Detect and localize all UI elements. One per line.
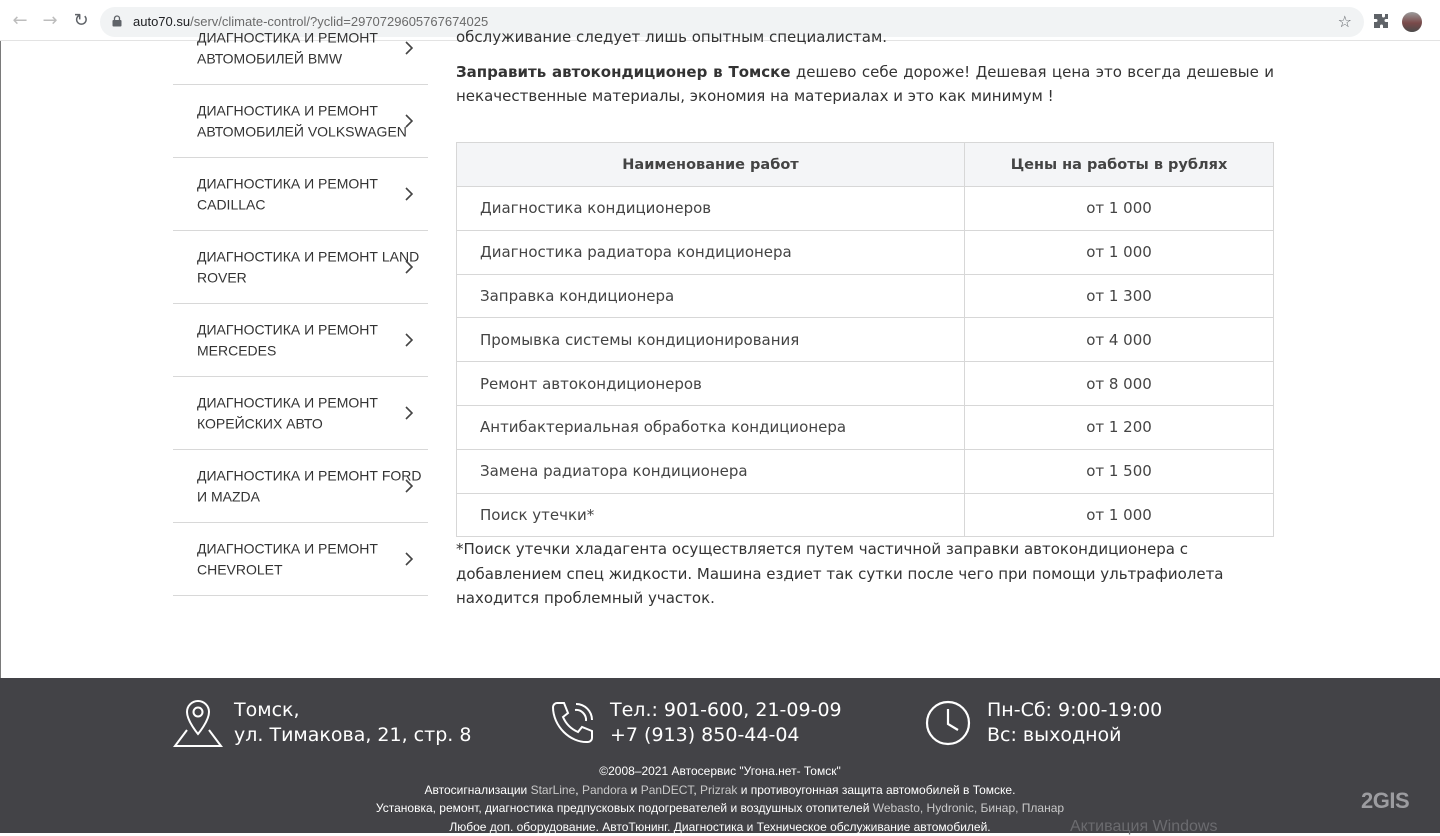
footer-hours-text: Пн-Сб: 9:00-19:00 Вс: выходной [987,699,1163,746]
link-starline[interactable]: StarLine [531,783,576,797]
sidebar-item-bmw[interactable]: ДИАГНОСТИКА И РЕМОНТ АВТОМОБИЛЕЙ BMW [173,12,428,85]
chevron-right-icon [405,479,413,493]
reload-icon[interactable]: ↻ [71,11,91,31]
back-arrow-icon[interactable]: ← [10,11,30,31]
sidebar-item-korean[interactable]: ДИАГНОСТИКА И РЕМОНТ КОРЕЙСКИХ АВТО [173,377,428,450]
2gis-logo[interactable]: 2GIS [1361,788,1410,814]
sidebar-item-ford-mazda[interactable]: ДИАГНОСТИКА И РЕМОНТ FORD И MAZDA [173,450,428,523]
intro-paragraph: Заправить автокондиционер в Томске дешев… [456,60,1274,108]
table-header-row: Наименование работ Цены на работы в рубл… [456,142,1274,187]
footer-alarm-line: Автосигнализации StarLine, Pandora и Pan… [424,783,1016,797]
sidebar-item-volkswagen[interactable]: ДИАГНОСТИКА И РЕМОНТ АВТОМОБИЛЕЙ VOLKSWA… [173,85,428,158]
service-price: от 1 500 [964,448,1274,494]
service-name: Диагностика кондиционеров [456,186,965,231]
sidebar-item-label: ДИАГНОСТИКА И РЕМОНТ MERCEDES [197,321,378,359]
service-price: от 1 000 [964,229,1274,275]
forward-arrow-icon[interactable]: → [40,11,60,31]
service-name: Диагностика радиатора кондиционера [456,229,965,275]
column-header-service: Наименование работ [456,142,965,187]
table-row: Ремонт автокондиционеров от 8 000 [456,361,1274,406]
footer-copyright: ©2008–2021 Автосервис "Угона.нет- Томск" [599,764,841,778]
table-row: Диагностика кондиционеров от 1 000 [456,186,1274,231]
service-name: Поиск утечки* [456,492,965,538]
leak-search-note: *Поиск утечки хладагента осуществляется … [456,540,1224,607]
chevron-right-icon [405,114,413,128]
service-price: от 1 000 [964,186,1274,231]
sidebar-item-label: ДИАГНОСТИКА И РЕМОНТ АВТОМОБИЛЕЙ VOLKSWA… [197,102,407,140]
site-footer: Томск, ул. Тимакова, 21, стр. 8 Тел.: 90… [0,678,1440,835]
phone-icon [551,702,593,744]
chevron-right-icon [405,260,413,274]
intro-bold-text: Заправить автокондиционер в Томске [456,63,791,81]
table-row: Поиск утечки* от 1 000 [456,492,1274,538]
sidebar-item-label: ДИАГНОСТИКА И РЕМОНТ LAND ROVER [197,248,420,286]
service-price: от 8 000 [964,361,1274,406]
chevron-right-icon [405,406,413,420]
service-name: Промывка системы кондиционирования [456,317,965,363]
sidebar-item-land-rover[interactable]: ДИАГНОСТИКА И РЕМОНТ LAND ROVER [173,231,428,304]
lock-icon [112,15,122,27]
service-name: Антибактериальная обработка кондиционера [456,404,965,450]
chevron-right-icon [405,333,413,347]
service-name: Ремонт автокондиционеров [456,361,965,406]
sidebar-item-label: ДИАГНОСТИКА И РЕМОНТ CHEVROLET [197,540,378,578]
service-sidebar: ДИАГНОСТИКА И РЕМОНТ АВТОМОБИЛЕЙ BMW ДИА… [173,12,428,596]
windows-activation-watermark: Активация Windows [1070,818,1218,835]
bookmark-star-icon[interactable]: ☆ [1338,12,1352,31]
service-name: Заправка кондиционера [456,273,965,319]
cut-off-text-line: обслуживание следует лишь опытным специа… [456,28,888,46]
chevron-right-icon [405,41,413,55]
service-name: Замена радиатора кондиционера [456,448,965,494]
chevron-right-icon [405,552,413,566]
chevron-right-icon [405,187,413,201]
sidebar-item-cadillac[interactable]: ДИАГНОСТИКА И РЕМОНТ CADILLAC [173,158,428,231]
table-row: Антибактериальная обработка кондиционера… [456,404,1274,450]
service-price: от 1 000 [964,492,1274,538]
footer-extra-line: Любое доп. оборудование. АвтоТюнинг. Диа… [449,820,991,833]
sidebar-item-label: ДИАГНОСТИКА И РЕМОНТ АВТОМОБИЛЕЙ BMW [197,29,378,67]
sidebar-item-chevrolet[interactable]: ДИАГНОСТИКА И РЕМОНТ CHEVROLET [173,523,428,596]
sidebar-item-mercedes[interactable]: ДИАГНОСТИКА И РЕМОНТ MERCEDES [173,304,428,377]
footer-address-text: Томск, ул. Тимакова, 21, стр. 8 [234,699,472,746]
link-prizrak[interactable]: Prizrak [700,783,737,797]
link-pandora[interactable]: Pandora [582,783,627,797]
service-price: от 4 000 [964,317,1274,363]
map-pin-icon [173,699,223,747]
profile-avatar[interactable] [1402,12,1422,32]
footer-heaters-line: Установка, ремонт, диагностика предпуско… [375,801,1065,815]
price-table: Наименование работ Цены на работы в рубл… [456,142,1274,538]
column-header-price: Цены на работы в рублях [964,142,1274,187]
sidebar-item-label: ДИАГНОСТИКА И РЕМОНТ КОРЕЙСКИХ АВТО [197,394,378,432]
table-row: Диагностика радиатора кондиционера от 1 0… [456,229,1274,275]
link-pandect[interactable]: PanDECT [641,783,694,797]
footer-phone-text: Тел.: 901-600, 21-09-09 +7 (913) 850-44-… [610,699,842,746]
window-edge [0,41,1,678]
sidebar-item-label: ДИАГНОСТИКА И РЕМОНТ CADILLAC [197,175,378,213]
sidebar-item-label: ДИАГНОСТИКА И РЕМОНТ FORD И MAZDA [197,467,422,505]
extensions-puzzle-icon[interactable] [1373,13,1389,29]
table-row: Заправка кондиционера от 1 300 [456,273,1274,319]
service-price: от 1 300 [964,273,1274,319]
table-row: Промывка системы кондиционирования от 4 0… [456,317,1274,363]
clock-icon [925,700,971,746]
service-price: от 1 200 [964,404,1274,450]
table-row: Замена радиатора кондиционера от 1 500 [456,448,1274,494]
link-heaters[interactable]: Webasto, Hydronic, Бинар, Планар [873,801,1064,815]
